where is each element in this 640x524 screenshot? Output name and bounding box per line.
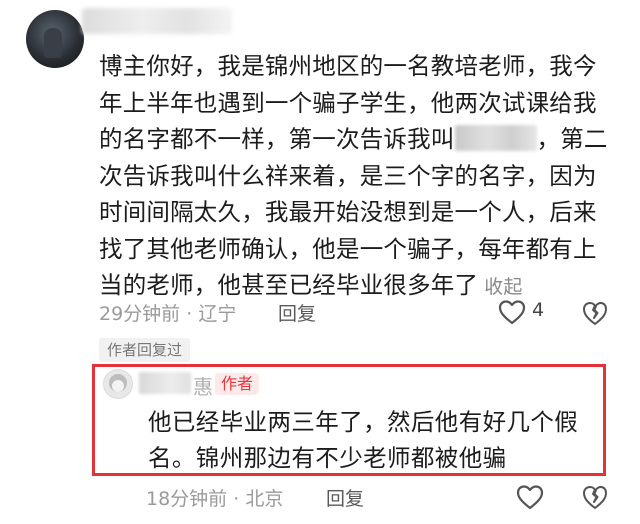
commenter-name-redacted — [82, 8, 232, 34]
heart-outline-icon[interactable] — [516, 484, 544, 510]
reply-time: 18分钟前 — [146, 488, 228, 510]
commenter-avatar[interactable] — [26, 10, 84, 68]
comment-text: 博主你好，我是锦州地区的一名教培老师，我今年上半年也遇到一个骗子学生，他两次试课… — [99, 52, 608, 299]
reply-meta: 18分钟前 · 北京 — [146, 488, 284, 510]
redacted-name — [454, 125, 537, 151]
author-avatar[interactable] — [103, 369, 133, 399]
comment-time: 29分钟前 — [99, 303, 181, 325]
author-name-redacted — [139, 372, 191, 394]
heart-outline-icon[interactable] — [498, 299, 526, 325]
reply-reply-button[interactable]: 回复 — [326, 484, 364, 511]
reply-button[interactable]: 回复 — [278, 299, 316, 326]
like-count: 4 — [532, 299, 545, 321]
reply-text: 他已经毕业两三年了，然后他有好几个假名。锦州那边有不少老师都被他骗 — [148, 408, 579, 472]
collapse-link[interactable]: 收起 — [484, 276, 522, 298]
reply-location: 北京 — [245, 488, 284, 510]
author-badge: 作者 — [215, 373, 260, 395]
broken-heart-icon[interactable] — [582, 484, 608, 510]
author-replied-tag: 作者回复过 — [99, 338, 191, 362]
comment-location: 辽宁 — [198, 303, 237, 325]
comment-meta: 29分钟前 · 辽宁 — [99, 303, 237, 325]
author-name-tail: 惠 — [193, 375, 213, 399]
broken-heart-icon[interactable] — [582, 300, 608, 326]
